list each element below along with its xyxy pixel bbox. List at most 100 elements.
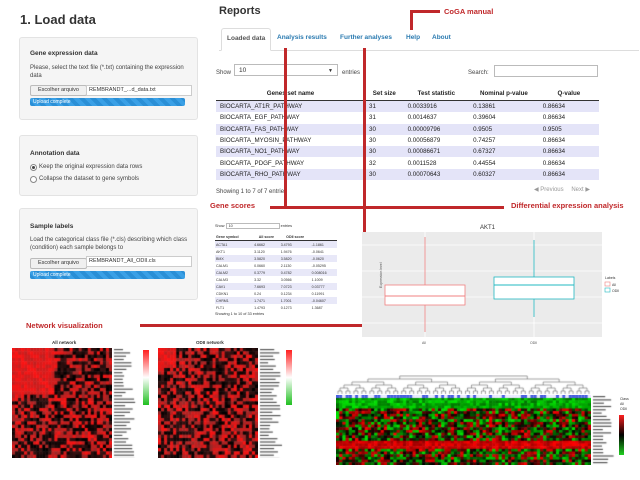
show-select[interactable]: 10 bbox=[225, 223, 280, 229]
cell: 0.86634 bbox=[538, 168, 599, 181]
expression-heatmap-labels bbox=[592, 395, 617, 465]
table-row[interactable]: FLT1 1.4793 0.1273 1.3687 bbox=[215, 304, 337, 311]
choose-cls-file-button[interactable]: Escolher arquivo bbox=[30, 258, 87, 269]
table-row[interactable]: CALM3 3.32 3.0566 1.1009 bbox=[215, 276, 337, 283]
boxplot-svg: AKT1 All ODII Expression level Labels Al… bbox=[362, 225, 619, 345]
entries-label: entries bbox=[342, 70, 361, 76]
cell: 0.0033916 bbox=[403, 100, 470, 113]
upload-progress-bar: Upload complete bbox=[30, 98, 185, 106]
cell: 0.9505 bbox=[469, 123, 539, 135]
table-row[interactable]: BMX 3.5820 3.5820 -0.0620 bbox=[215, 255, 337, 262]
xlabel-odii: ODII bbox=[530, 341, 537, 345]
connector-line bbox=[284, 48, 287, 208]
cell: 30 bbox=[365, 168, 404, 181]
cell: ACTA1 bbox=[216, 242, 228, 247]
col-header-stat[interactable]: Test statistic bbox=[403, 87, 470, 101]
table-row[interactable]: CALM1 0.0660 2.1130 -0.05295 bbox=[215, 262, 337, 269]
table-row[interactable]: BIOCARTA_MYOSIN_PATHWAY 30 0.00056879 0.742… bbox=[216, 134, 599, 147]
cell: BMX bbox=[216, 256, 224, 261]
cell: 0.39604 bbox=[469, 112, 539, 124]
cell: 0.86634 bbox=[538, 100, 599, 113]
next-button[interactable]: Next bbox=[571, 187, 583, 193]
gene-expression-heading: Gene expression data bbox=[30, 50, 98, 57]
show-label: Show bbox=[216, 70, 232, 76]
table-row[interactable]: ACTA1 4.6662 3.4793 -1.1861 bbox=[215, 240, 337, 248]
cell: 1.4793 bbox=[254, 305, 266, 310]
gene-scores-table-screenshot: Show 10 entries Gene symbol All score OD… bbox=[213, 220, 340, 320]
tab-about[interactable]: About bbox=[432, 34, 451, 41]
table-row[interactable]: CHRM1 1.7471 1.7001 -0.04607 bbox=[215, 297, 337, 304]
previous-button[interactable]: Previous bbox=[540, 187, 563, 193]
table-row[interactable]: CDKN1 0.24 0.1234 0.11991 bbox=[215, 290, 337, 297]
legend-swatch-odii bbox=[604, 287, 611, 293]
table-row[interactable]: BIOCARTA_NO1_PATHWAY 30 0.00086671 0.67327 0… bbox=[216, 146, 599, 158]
col-header-size[interactable]: Set size bbox=[365, 87, 404, 101]
connector-line bbox=[140, 324, 366, 327]
network-annotation: Network visualization bbox=[26, 321, 103, 330]
cell: 0.11991 bbox=[311, 291, 325, 296]
choose-file-button[interactable]: Escolher arquivo bbox=[30, 85, 87, 96]
coga-manual-annotation: CoGA manual bbox=[444, 7, 494, 16]
cell: BIOCARTA_NO1_PATHWAY bbox=[216, 146, 366, 158]
cell: 0.67327 bbox=[469, 146, 539, 158]
table-row[interactable]: BIOCARTA_EGF_PATHWAY 31 0.0014637 0.39604 0.… bbox=[216, 112, 599, 124]
table-row[interactable]: BIOCARTA_PDGF_PATHWAY 32 0.0011528 0.44554 0… bbox=[216, 157, 599, 169]
cell: 1.1009 bbox=[311, 277, 323, 282]
box-odii bbox=[493, 276, 575, 300]
cell: CALM2 bbox=[216, 270, 228, 275]
tab-analysis-results[interactable]: Analysis results bbox=[277, 34, 327, 41]
cell: 0.00009796 bbox=[403, 123, 470, 135]
col-header-qvalue[interactable]: Q-value bbox=[538, 87, 599, 101]
cell: -1.1861 bbox=[311, 242, 324, 247]
table-row[interactable]: CAV1 7.6693 7.0723 0.03777 bbox=[215, 283, 337, 290]
gene-scores-show: Show 10 entries bbox=[215, 223, 292, 229]
heatmap-odii-labels bbox=[259, 348, 287, 458]
cell: 0.86634 bbox=[538, 134, 599, 147]
expression-colorscale bbox=[619, 415, 624, 455]
legend-swatch-all bbox=[604, 281, 611, 287]
tab-further-analyses[interactable]: Further analyses bbox=[340, 34, 392, 41]
cell: BIOCARTA_AT1R_PATHWAY bbox=[216, 100, 366, 113]
heatmap-all-colorscale bbox=[143, 350, 149, 405]
cell: 0.86634 bbox=[538, 146, 599, 158]
cell: FLT1 bbox=[216, 305, 225, 310]
expression-file-name: REMBRANDT_...d_data.txt bbox=[86, 85, 192, 96]
keep-rows-radio[interactable] bbox=[30, 164, 37, 171]
cell: 1.9476 bbox=[280, 249, 292, 254]
table-row[interactable]: AKT1 3.1120 1.9476 -0.0641 bbox=[215, 248, 337, 255]
cell: BIOCARTA_MYOSIN_PATHWAY bbox=[216, 134, 366, 147]
gene-scores-table: Gene symbol All score ODII score ACTA1 4.… bbox=[215, 234, 337, 311]
heatmap-all-title: All network bbox=[52, 340, 77, 345]
table-row[interactable]: BIOCARTA_AT1R_PATHWAY 31 0.0033916 0.13861 0… bbox=[216, 100, 599, 113]
table-row[interactable]: BIOCARTA_FAS_PATHWAY 30 0.00009796 0.9505 0.… bbox=[216, 123, 599, 135]
heatmap-all: All network bbox=[12, 340, 152, 475]
expression-heatmap bbox=[336, 395, 591, 465]
collapse-radio[interactable] bbox=[30, 176, 37, 183]
report-tabs: Loaded data Analysis results Further ana… bbox=[219, 28, 639, 51]
cell: BIOCARTA_PDGF_PATHWAY bbox=[216, 157, 366, 169]
col-header-name[interactable]: Genes set name bbox=[216, 87, 366, 101]
reports-title: Reports bbox=[219, 5, 261, 17]
cell: 0.4782 bbox=[280, 270, 292, 275]
cell: BIOCARTA_RHO_PATHWAY bbox=[216, 168, 366, 181]
search-input[interactable] bbox=[494, 65, 598, 77]
heatmap-odii-canvas bbox=[158, 348, 258, 458]
previous-icon: ◀ bbox=[534, 187, 539, 193]
tab-loaded-data[interactable]: Loaded data bbox=[221, 28, 272, 51]
connector-line bbox=[410, 10, 440, 13]
cell: 0.1234 bbox=[280, 291, 292, 296]
collapse-label: Collapse the dataset to gene symbols bbox=[39, 176, 140, 182]
table-row[interactable]: CALM2 0.3779 0.4782 0.008016 bbox=[215, 269, 337, 276]
annotation-panel: Annotation data Keep the original expres… bbox=[19, 135, 198, 196]
cell: 1.7471 bbox=[254, 298, 266, 303]
cell: 0.03777 bbox=[311, 284, 325, 289]
table-row[interactable]: BIOCARTA_RHO_PATHWAY 30 0.00070643 0.60327 0… bbox=[216, 168, 599, 181]
col-header-pvalue[interactable]: Nominal p-value bbox=[469, 87, 539, 101]
tab-help[interactable]: Help bbox=[406, 34, 420, 41]
annotation-heading: Annotation data bbox=[30, 150, 80, 157]
cell: -0.04607 bbox=[311, 298, 326, 303]
gene-scores-info: Showing 1 to 10 of 33 entries bbox=[215, 312, 265, 316]
cell: 0.86634 bbox=[538, 157, 599, 169]
cell: 1.7001 bbox=[280, 298, 292, 303]
table-info: Showing 1 to 7 of 7 entries bbox=[216, 189, 288, 195]
